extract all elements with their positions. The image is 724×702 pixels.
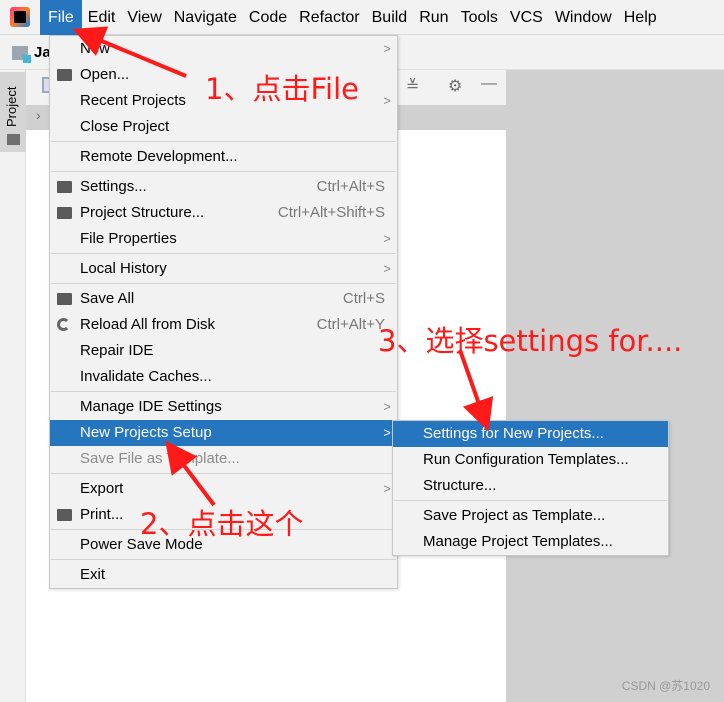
editor-area <box>506 70 724 702</box>
menu-window[interactable]: Window <box>549 0 618 35</box>
menu-item-file-properties[interactable]: File Properties > <box>50 226 397 252</box>
menu-item-exit[interactable]: Exit <box>50 562 397 588</box>
menu-item-label: Manage Project Templates... <box>423 533 613 550</box>
menu-item-label: Structure... <box>423 477 497 494</box>
chevron-right-icon: > <box>383 261 391 276</box>
menu-item-label: Repair IDE <box>80 342 154 359</box>
menu-item-manage-ide-settings[interactable]: Manage IDE Settings > <box>50 394 397 420</box>
tool-window-stripe: Project <box>0 70 26 702</box>
menu-item-new[interactable]: New > <box>50 36 397 62</box>
folder-icon <box>7 134 20 145</box>
shortcut-label: Ctrl+Alt+S <box>316 178 385 195</box>
menu-item-close-project[interactable]: Close Project <box>50 114 397 140</box>
menu-item-reload-all-from-disk[interactable]: Reload All from Disk Ctrl+Alt+Y <box>50 312 397 338</box>
menu-vcs[interactable]: VCS <box>504 0 549 35</box>
menu-item-label: Open... <box>80 66 130 83</box>
menu-item-label: Remote Development... <box>80 148 238 165</box>
menu-item-run-configuration-templates[interactable]: Run Configuration Templates... <box>393 447 668 473</box>
folder-open-icon <box>57 69 72 81</box>
menu-item-settings-for-new-projects[interactable]: Settings for New Projects... <box>393 421 668 447</box>
menu-item-settings[interactable]: Settings... Ctrl+Alt+S <box>50 174 397 200</box>
menu-item-label: Local History <box>80 260 167 277</box>
chevron-right-icon[interactable]: › <box>36 107 41 123</box>
menu-item-label: Project Structure... <box>80 204 205 221</box>
chevron-right-icon: > <box>383 93 391 108</box>
menu-item-label: Save All <box>80 290 135 307</box>
save-icon <box>57 293 72 305</box>
new-projects-setup-submenu: Settings for New Projects... Run Configur… <box>392 420 669 556</box>
menu-item-label: Settings for New Projects... <box>423 425 604 442</box>
menu-bar: File Edit View Navigate Code Refactor Build Run… <box>0 0 724 35</box>
menu-run[interactable]: Run <box>413 0 454 35</box>
menu-item-label: Reload All from Disk <box>80 316 216 333</box>
project-folder-icon <box>12 45 31 63</box>
menu-item-invalidate-caches[interactable]: Invalidate Caches... <box>50 364 397 390</box>
menu-item-save-all[interactable]: Save All Ctrl+S <box>50 286 397 312</box>
shortcut-label: Ctrl+S <box>342 290 385 307</box>
chevron-right-icon: > <box>383 399 391 414</box>
menu-item-label: File Properties <box>80 230 177 247</box>
menu-tools[interactable]: Tools <box>455 0 504 35</box>
project-tool-tab[interactable]: Project <box>0 72 26 152</box>
menu-refactor[interactable]: Refactor <box>293 0 365 35</box>
menu-item-label: Run Configuration Templates... <box>423 451 629 468</box>
menu-item-local-history[interactable]: Local History > <box>50 256 397 282</box>
watermark: CSDN @苏1020 <box>621 679 710 693</box>
menu-item-new-projects-setup[interactable]: New Projects Setup > <box>50 420 397 446</box>
project-tab-label: Project <box>4 86 19 127</box>
print-icon <box>57 509 72 521</box>
chevron-right-icon: > <box>383 231 391 246</box>
menu-item-label: Exit <box>80 566 106 583</box>
menu-item-repair-ide[interactable]: Repair IDE <box>50 338 397 364</box>
shortcut-label: Ctrl+Alt+Y <box>316 316 385 333</box>
menu-item-structure[interactable]: Structure... <box>393 473 668 499</box>
chevron-right-icon: > <box>383 425 391 440</box>
collapse-all-icon[interactable]: ≚ <box>406 76 419 96</box>
annotation-step3: 3、选择settings for.... <box>378 324 683 358</box>
intellij-logo-icon[interactable] <box>0 0 40 35</box>
minimize-icon[interactable]: — <box>481 75 497 93</box>
menu-build[interactable]: Build <box>366 0 414 35</box>
menu-item-label: Print... <box>80 506 124 523</box>
menu-item-label: Close Project <box>80 118 170 135</box>
menu-item-manage-project-templates[interactable]: Manage Project Templates... <box>393 529 668 555</box>
breadcrumb[interactable]: Ja <box>12 44 51 63</box>
annotation-step2: 2、点击这个 <box>140 507 304 541</box>
reload-icon <box>57 318 70 331</box>
menu-item-label: Export <box>80 480 124 497</box>
menu-item-label: Recent Projects <box>80 92 186 109</box>
menu-item-label: Save File as Template... <box>80 450 240 467</box>
menu-item-project-structure[interactable]: Project Structure... Ctrl+Alt+Shift+S <box>50 200 397 226</box>
menu-item-save-file-as-template[interactable]: Save File as Template... <box>50 446 397 472</box>
menu-item-label: Manage IDE Settings <box>80 398 222 415</box>
menu-item-label: New Projects Setup <box>80 424 212 441</box>
menu-view[interactable]: View <box>121 0 167 35</box>
project-structure-icon <box>57 207 72 219</box>
menu-item-label: Settings... <box>80 178 147 195</box>
menu-code[interactable]: Code <box>243 0 293 35</box>
menu-help[interactable]: Help <box>618 0 663 35</box>
menu-item-label: Invalidate Caches... <box>80 368 212 385</box>
shortcut-label: Ctrl+Alt+Shift+S <box>277 204 385 221</box>
gear-icon[interactable]: ⚙ <box>448 76 462 96</box>
menu-item-save-project-as-template[interactable]: Save Project as Template... <box>393 503 668 529</box>
menu-item-remote-development[interactable]: Remote Development... <box>50 144 397 170</box>
menu-item-label: Save Project as Template... <box>423 507 606 524</box>
menu-item-export[interactable]: Export > <box>50 476 397 502</box>
chevron-right-icon: > <box>383 481 391 496</box>
wrench-icon <box>57 181 72 193</box>
annotation-step1: 1、点击File <box>205 72 359 106</box>
menu-item-label: New <box>80 40 111 57</box>
menu-edit[interactable]: Edit <box>82 0 122 35</box>
menu-file[interactable]: File <box>40 0 82 35</box>
chevron-right-icon: > <box>383 41 391 56</box>
menu-navigate[interactable]: Navigate <box>168 0 243 35</box>
